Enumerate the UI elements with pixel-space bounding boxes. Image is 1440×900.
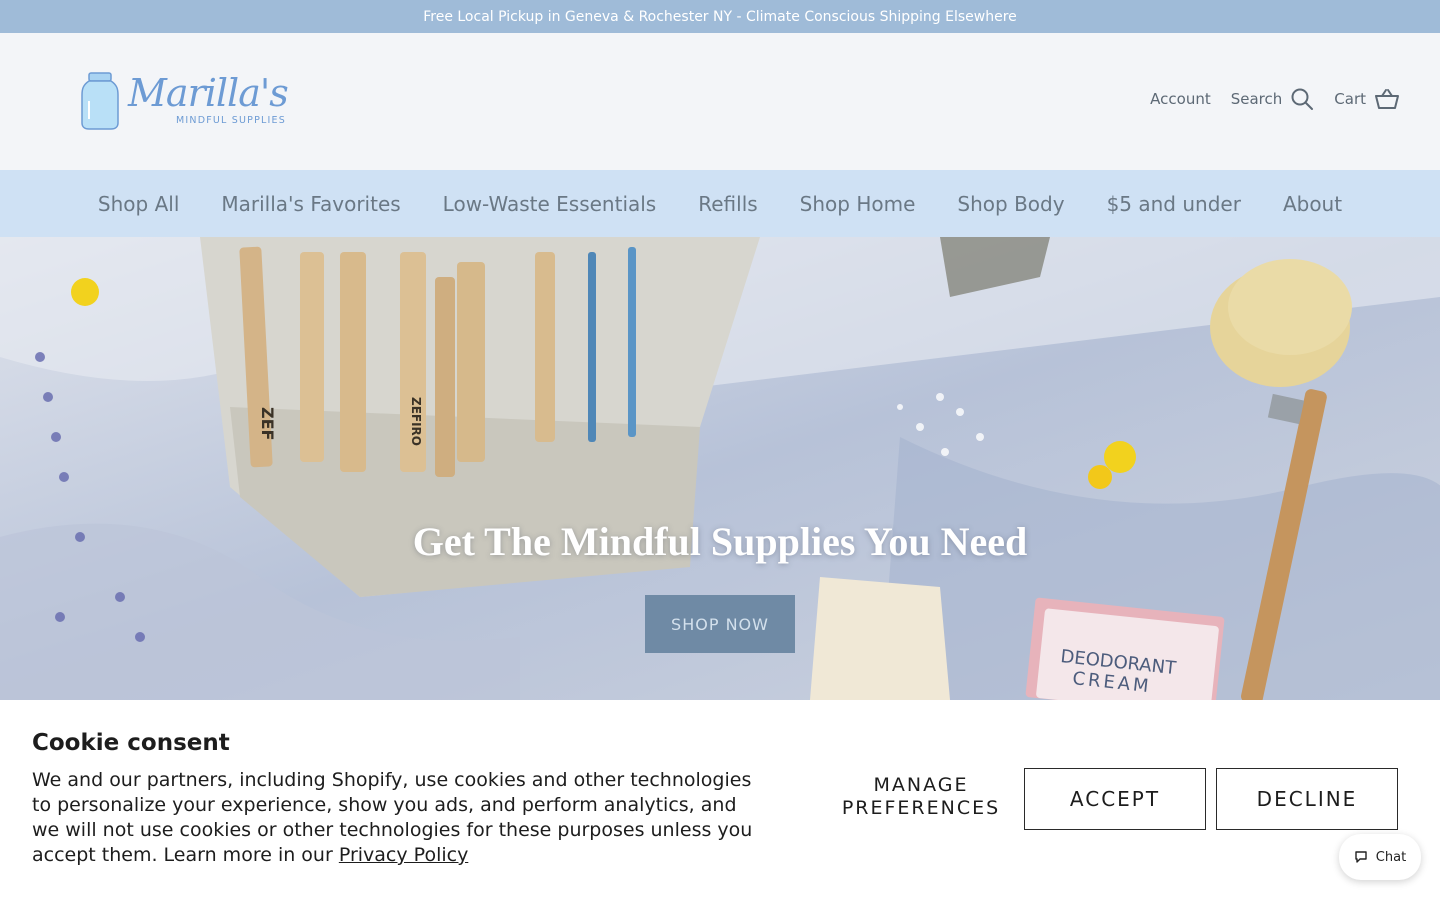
shop-now-button[interactable]: SHOP NOW — [645, 595, 795, 653]
search-link[interactable]: Search — [1231, 87, 1315, 111]
search-label: Search — [1230, 90, 1283, 108]
nav-shop-all[interactable]: Shop All — [98, 192, 179, 216]
manage-preferences-button[interactable]: MANAGE PREFERENCES — [836, 774, 1006, 820]
nav-refills[interactable]: Refills — [698, 192, 757, 216]
nav-five-and-under[interactable]: $5 and under — [1107, 192, 1241, 216]
cart-label: Cart — [1334, 90, 1366, 108]
nav-about[interactable]: About — [1283, 192, 1342, 216]
nav-shop-body[interactable]: Shop Body — [957, 192, 1064, 216]
privacy-policy-link[interactable]: Privacy Policy — [339, 844, 468, 866]
site-header: Marilla's MINDFUL SUPPLIES Account Searc… — [0, 33, 1440, 170]
account-label: Account — [1150, 90, 1211, 108]
cart-link[interactable]: Cart — [1334, 88, 1400, 110]
nav-marillas-favorites[interactable]: Marilla's Favorites — [221, 192, 400, 216]
brand-name: Marilla's — [128, 71, 289, 115]
brand-tagline: MINDFUL SUPPLIES — [176, 115, 286, 126]
product-label-zefiro: ZEFIRO — [409, 397, 423, 446]
chat-label: Chat — [1375, 849, 1407, 865]
nav-shop-home[interactable]: Shop Home — [800, 192, 916, 216]
cart-icon — [1375, 89, 1399, 109]
cookie-consent-banner: Cookie consent We and our partners, incl… — [0, 700, 1440, 900]
cookie-consent-body: We and our partners, including Shopify, … — [32, 768, 762, 868]
announcement-text: Free Local Pickup in Geneva & Rochester … — [423, 8, 1017, 25]
manage-preferences-line1: MANAGE — [873, 774, 969, 796]
hero-banner: ZEF ZEFIRO DEODORANT CREAM Get The Mindf… — [0, 237, 1440, 700]
account-link[interactable]: Account — [1150, 90, 1211, 108]
decline-button[interactable]: DECLINE — [1216, 768, 1398, 830]
nav-low-waste-essentials[interactable]: Low-Waste Essentials — [443, 192, 657, 216]
mason-jar-icon — [81, 72, 119, 130]
manage-preferences-line2: PREFERENCES — [841, 797, 1001, 819]
brand-logo[interactable]: Marilla's MINDFUL SUPPLIES — [80, 69, 290, 133]
hero-heading: Get The Mindful Supplies You Need — [412, 519, 1028, 564]
accept-button[interactable]: ACCEPT — [1024, 768, 1206, 830]
cookie-consent-title: Cookie consent — [32, 730, 230, 756]
brand-wordmark: Marilla's MINDFUL SUPPLIES — [128, 71, 289, 131]
main-navigation: Shop All Marilla's Favorites Low-Waste E… — [0, 170, 1440, 237]
header-links: Account Search Cart — [1150, 87, 1400, 111]
chat-icon — [1355, 851, 1367, 863]
chat-button[interactable]: Chat — [1339, 834, 1421, 880]
product-label-zef: ZEF — [258, 407, 277, 440]
search-icon — [1291, 88, 1314, 110]
announcement-bar: Free Local Pickup in Geneva & Rochester … — [0, 0, 1440, 33]
